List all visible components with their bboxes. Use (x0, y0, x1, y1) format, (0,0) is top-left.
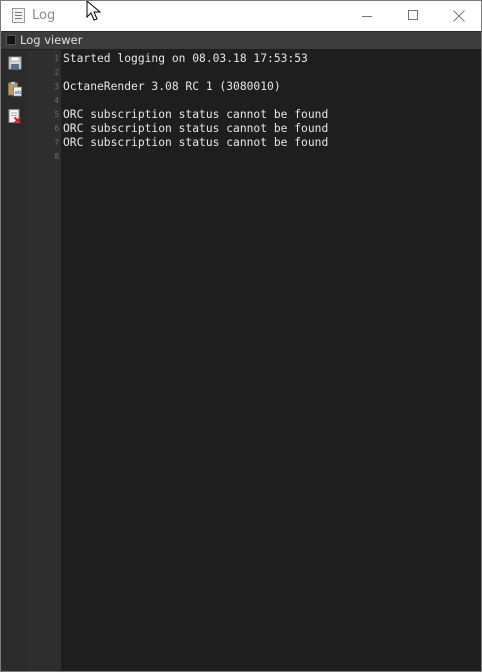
minimize-icon (362, 16, 372, 17)
log-line-text: ORC subscription status cannot be found (63, 136, 329, 149)
panel-toggle-checkbox[interactable] (6, 35, 16, 45)
close-button[interactable] (436, 1, 481, 31)
log-line-text: ORC subscription status cannot be found (63, 122, 329, 135)
line-number: 7 (54, 138, 59, 147)
line-number: 4 (54, 96, 59, 105)
mouse-pointer-icon (86, 1, 102, 21)
line-number: 5 (54, 110, 59, 119)
minimize-button[interactable] (344, 1, 390, 31)
log-line: 8 (1, 150, 454, 164)
line-number: 8 (54, 152, 59, 161)
title-bar[interactable]: Log (1, 1, 481, 31)
log-document-icon (12, 8, 25, 23)
log-line: 2 (1, 66, 454, 80)
line-number: 6 (54, 124, 59, 133)
maximize-icon (408, 10, 418, 20)
window-title: Log (32, 8, 56, 23)
log-line-text: ORC subscription status cannot be found (63, 108, 329, 121)
log-line-text: Started logging on 08.03.18 17:53:53 (63, 52, 308, 65)
log-line: 7 ORC subscription status cannot be foun… (1, 136, 454, 150)
panel-header: Log viewer (1, 32, 481, 50)
line-number: 3 (54, 82, 59, 91)
log-line: 5 ORC subscription status cannot be foun… (1, 108, 454, 122)
log-line: 3 OctaneRender 3.08 RC 1 (3080010) (1, 80, 454, 94)
line-number: 2 (54, 68, 59, 77)
panel-title: Log viewer (20, 33, 83, 47)
log-line: 4 (1, 94, 454, 108)
log-line-text: OctaneRender 3.08 RC 1 (3080010) (63, 80, 281, 93)
line-number: 1 (54, 54, 59, 63)
log-line: 6 ORC subscription status cannot be foun… (1, 122, 454, 136)
close-icon (453, 10, 465, 22)
log-window: Log Log viewer ab 1 Started logging on 0… (0, 0, 482, 672)
maximize-button[interactable] (390, 1, 436, 31)
log-line: 1 Started logging on 08.03.18 17:53:53 (1, 52, 454, 66)
